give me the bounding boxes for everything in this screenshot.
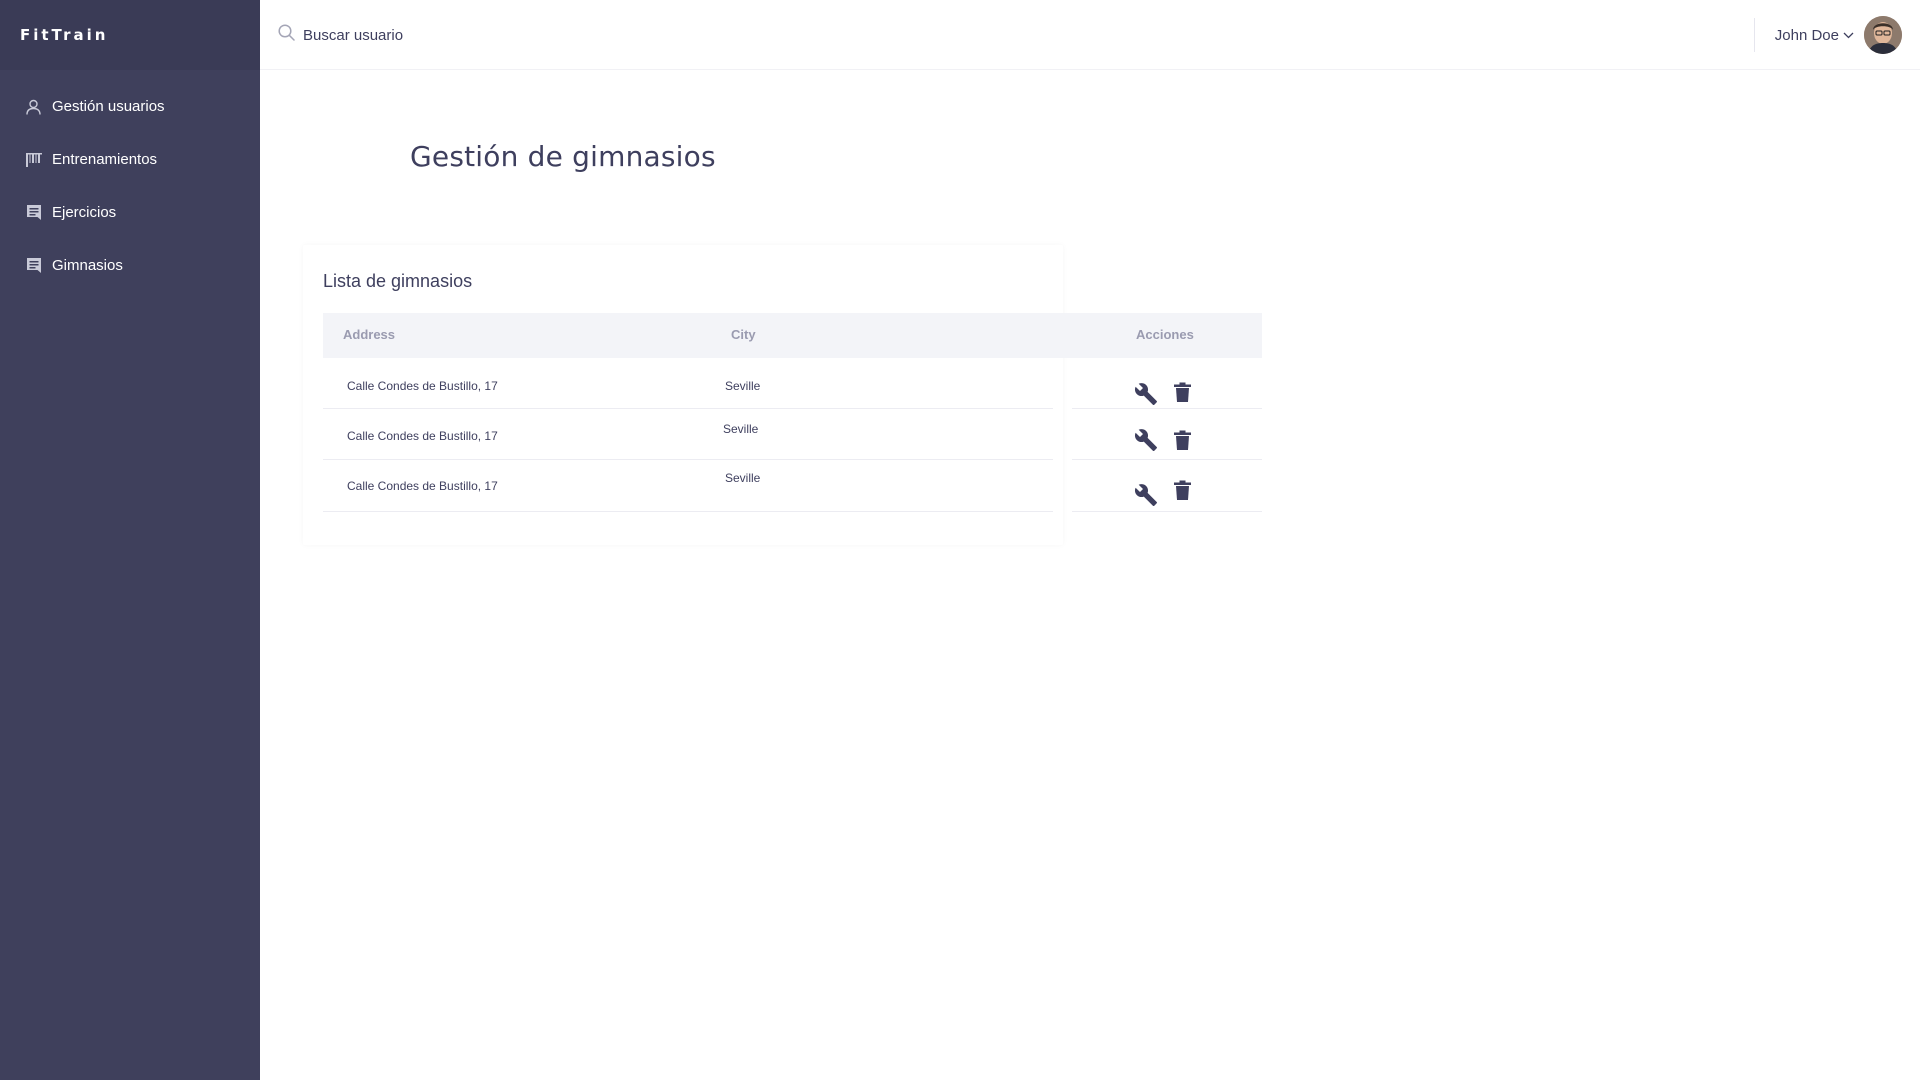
address-cell: Calle Condes de Bustillo, 17	[347, 379, 498, 393]
city-cell: Seville	[725, 471, 761, 485]
sidebar-item-label: Entrenamientos	[52, 151, 158, 168]
row-divider	[1072, 511, 1262, 512]
row-divider	[323, 459, 1053, 460]
sidebar-item-entrenamientos[interactable]: Entrenamientos	[0, 133, 260, 186]
user-icon	[25, 98, 42, 115]
delete-trash-icon[interactable]	[1173, 480, 1192, 506]
delete-trash-icon[interactable]	[1173, 382, 1192, 408]
row-divider	[323, 511, 1053, 512]
search-icon	[278, 24, 295, 46]
edit-wrench-icon[interactable]	[1134, 483, 1158, 512]
delete-trash-icon[interactable]	[1173, 430, 1192, 456]
list-icon	[25, 204, 42, 221]
sidebar-nav: Gestión usuarios Entrenamientos Ejercici…	[0, 70, 260, 292]
brand[interactable]: FitTrain	[0, 0, 260, 70]
edit-wrench-icon[interactable]	[1134, 382, 1158, 411]
search-input[interactable]	[303, 26, 603, 44]
address-cell: Calle Condes de Bustillo, 17	[347, 429, 498, 443]
row-divider	[323, 408, 1053, 409]
sidebar-item-gimnasios[interactable]: Gimnasios	[0, 239, 260, 292]
barcode-icon	[25, 151, 42, 168]
card-title: Lista de gimnasios	[323, 271, 473, 291]
column-header-address[interactable]: Address	[343, 327, 395, 342]
address-cell: Calle Condes de Bustillo, 17	[347, 479, 498, 493]
search-bar	[278, 24, 603, 46]
sidebar-item-gestion-usuarios[interactable]: Gestión usuarios	[0, 80, 260, 133]
row-divider	[1072, 459, 1262, 460]
page-title: Gestión de gimnasios	[410, 140, 716, 173]
sidebar-item-label: Gimnasios	[52, 257, 123, 274]
chevron-down-icon[interactable]	[1843, 26, 1854, 44]
topbar: John Doe	[260, 0, 1920, 70]
avatar[interactable]	[1864, 16, 1902, 54]
sidebar-item-label: Gestión usuarios	[52, 98, 165, 115]
city-cell: Seville	[725, 379, 761, 393]
sidebar-item-ejercicios[interactable]: Ejercicios	[0, 186, 260, 239]
row-divider	[1072, 408, 1262, 409]
column-header-actions: Acciones	[1136, 327, 1194, 342]
table-header: Address City Acciones	[323, 313, 1262, 358]
sidebar-item-label: Ejercicios	[52, 204, 117, 221]
column-header-city[interactable]: City	[731, 327, 756, 342]
sidebar: FitTrain Gestión usuarios Entrenamientos…	[0, 0, 260, 1080]
city-cell: Seville	[723, 422, 759, 436]
user-name[interactable]: John Doe	[1775, 27, 1839, 44]
list-icon	[25, 257, 42, 274]
user-menu[interactable]: John Doe	[1753, 0, 1902, 70]
divider	[1753, 18, 1755, 52]
brand-logo-text: FitTrain	[20, 26, 109, 44]
edit-wrench-icon[interactable]	[1134, 428, 1158, 457]
